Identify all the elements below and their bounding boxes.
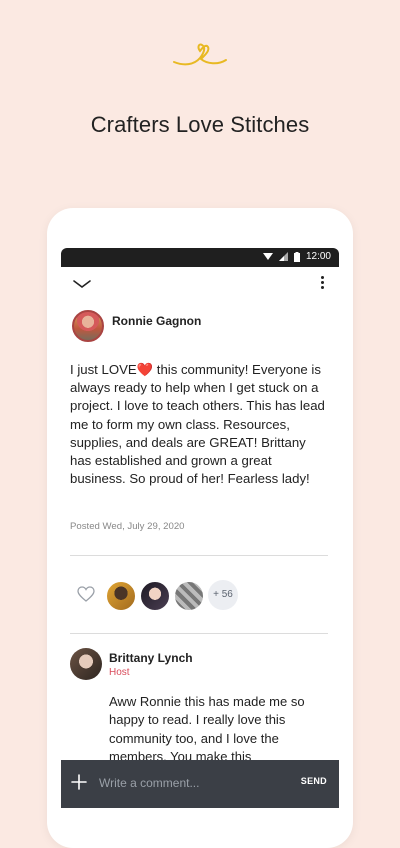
avatar-brittany[interactable] xyxy=(70,648,102,680)
comment-input[interactable]: Write a comment... xyxy=(99,772,279,794)
post-timestamp: Posted Wed, July 29, 2020 xyxy=(70,521,185,532)
sheet-top xyxy=(61,267,339,277)
status-time: 12:00 xyxy=(305,251,331,262)
signal-icon xyxy=(278,252,288,261)
divider xyxy=(70,633,328,634)
heart-stitch-logo-icon xyxy=(173,43,227,66)
comment-composer: Write a comment... SEND xyxy=(61,760,339,808)
page-headline: Crafters Love Stitches xyxy=(90,112,310,137)
reply-body: Aww Ronnie this has made me so happy to … xyxy=(109,694,305,765)
heart-outline-icon[interactable] xyxy=(77,586,95,602)
host-badge: Host xyxy=(109,667,130,678)
plus-icon[interactable] xyxy=(71,774,87,790)
battery-icon xyxy=(293,251,300,262)
likes-more-count[interactable]: + 56 xyxy=(208,580,238,610)
more-vertical-icon[interactable] xyxy=(319,274,325,294)
liker-avatar[interactable] xyxy=(139,580,171,612)
liker-avatar[interactable] xyxy=(173,580,205,612)
post-author[interactable]: Ronnie Gagnon xyxy=(112,314,201,328)
phone-screen: 12:00 Ronnie Gagnon I just LOVE❤️ this c… xyxy=(61,248,339,808)
chevron-down-icon[interactable] xyxy=(72,278,92,290)
status-bar: 12:00 xyxy=(61,248,339,267)
wifi-icon xyxy=(262,253,273,260)
post-body: I just LOVE❤️ this community! Everyone i… xyxy=(70,362,325,487)
reply-author[interactable]: Brittany Lynch xyxy=(109,651,193,665)
liker-avatar[interactable] xyxy=(105,580,137,612)
divider xyxy=(70,555,328,556)
send-button[interactable]: SEND xyxy=(301,776,327,786)
avatar-ronnie[interactable] xyxy=(72,310,104,342)
